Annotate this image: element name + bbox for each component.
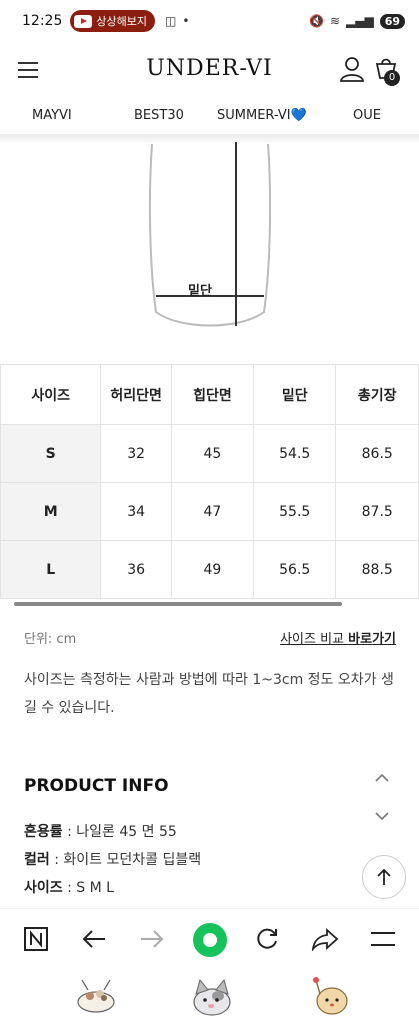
share-icon[interactable] — [309, 923, 341, 955]
size-cell: M — [0, 482, 102, 541]
info-value: : 화이트 모던차콜 딥블랙 — [49, 852, 202, 868]
refresh-icon[interactable] — [251, 923, 283, 955]
size-table: 사이즈 허리단면 힙단면 밑단 총기장 S 32 45 54.5 86.5 M … — [0, 364, 419, 599]
unit-row: 단위: cm 사이즈 비교 바로가기 — [24, 628, 396, 647]
header-size: 사이즈 — [0, 364, 102, 425]
length-cell: 87.5 — [335, 482, 419, 541]
status-bar: 12:25 상상해보지 ◫ • 🔇 ≋ ▂▄▆ 69 — [0, 0, 419, 42]
diagram-hem-label: 밑단 — [188, 284, 212, 299]
hem-cell: 56.5 — [252, 540, 337, 599]
nav-item-mayvi[interactable]: MAYVI — [32, 108, 72, 123]
youtube-icon — [74, 14, 93, 28]
compare-link-prefix: 사이즈 비교 — [280, 632, 349, 647]
mute-icon: 🔇 — [308, 14, 324, 28]
waist-cell: 32 — [100, 424, 172, 483]
table-row: S 32 45 54.5 86.5 — [0, 424, 419, 483]
status-right: 🔇 ≋ ▂▄▆ 69 — [308, 13, 405, 29]
waist-cell: 34 — [100, 482, 172, 541]
hip-cell: 49 — [170, 540, 254, 599]
scroll-to-top-button[interactable] — [362, 855, 406, 899]
hem-cell: 55.5 — [252, 482, 337, 541]
dot-icon: • — [182, 14, 190, 28]
unit-label: 단위: cm — [24, 632, 77, 647]
sticker-bar — [0, 970, 419, 1024]
size-cell: S — [0, 424, 102, 483]
info-line-color: 컬러 : 화이트 모던차콜 딥블랙 — [24, 849, 201, 869]
table-row: L 36 49 56.5 88.5 — [0, 540, 419, 599]
cat-character-icon[interactable] — [190, 974, 234, 1018]
length-cell: 86.5 — [335, 424, 419, 483]
info-key: 사이즈 — [24, 880, 63, 896]
header-waist: 허리단면 — [100, 364, 172, 425]
nav-item-best30[interactable]: BEST30 — [134, 108, 184, 123]
size-compare-link[interactable]: 사이즈 비교 바로가기 — [280, 628, 396, 647]
info-value: : S M L — [62, 880, 114, 896]
chevron-up-icon[interactable] — [374, 772, 390, 784]
back-arrow-icon[interactable] — [78, 923, 110, 955]
table-scrollbar[interactable] — [14, 602, 342, 606]
nav-item-summer-vi[interactable]: SUMMER-VI💙 — [217, 108, 307, 123]
battery-icon: 69 — [379, 13, 405, 29]
size-cell: L — [0, 540, 102, 599]
size-table-scroll[interactable]: 사이즈 허리단면 힙단면 밑단 총기장 S 32 45 54.5 86.5 M … — [0, 364, 419, 602]
hip-cell: 45 — [170, 424, 254, 483]
arrow-up-icon — [377, 868, 391, 885]
cart-count-badge: 0 — [384, 70, 400, 86]
table-row: M 34 47 55.5 87.5 — [0, 482, 419, 541]
signal-icon: ▂▄▆ — [346, 14, 374, 28]
youtube-pill[interactable]: 상상해보지 — [70, 10, 155, 32]
bowl-character-icon[interactable] — [74, 974, 118, 1018]
header-length: 총기장 — [335, 364, 419, 425]
status-time: 12:25 — [22, 13, 63, 29]
info-line-material: 혼용률 : 나일론 45 면 55 — [24, 821, 177, 841]
user-icon[interactable] — [340, 56, 364, 82]
length-cell: 88.5 — [335, 540, 419, 599]
naver-n-icon[interactable] — [20, 923, 52, 955]
compare-link-bold: 바로가기 — [348, 632, 396, 647]
green-home-icon[interactable] — [193, 923, 227, 957]
product-info-title: PRODUCT INFO — [24, 776, 169, 796]
garment-diagram — [148, 142, 272, 327]
forward-arrow-icon[interactable] — [136, 923, 168, 955]
hip-cell: 47 — [170, 482, 254, 541]
info-key: 컬러 — [24, 852, 50, 868]
category-nav: MAYVI BEST30 SUMMER-VI💙 OUE — [0, 100, 419, 134]
info-line-size: 사이즈 : S M L — [24, 877, 114, 897]
wifi-icon: ≋ — [329, 14, 340, 28]
hedgehog-character-icon[interactable] — [308, 974, 352, 1018]
battery-level: 69 — [384, 14, 400, 28]
site-header: UNDER-VI 0 — [0, 42, 419, 100]
size-notice: 사이즈는 측정하는 사람과 방법에 따라 1~3cm 정도 오차가 생길 수 있… — [24, 672, 394, 716]
nav-item-oue[interactable]: OUE — [353, 108, 381, 123]
menu-icon[interactable] — [367, 923, 399, 955]
youtube-pill-label: 상상해보지 — [96, 15, 147, 28]
hem-cell: 54.5 — [252, 424, 337, 483]
header-hip: 힙단면 — [170, 364, 254, 425]
chevron-down-icon[interactable] — [374, 810, 390, 822]
info-key: 혼용률 — [24, 824, 63, 840]
screenshot-icon: ◫ — [164, 14, 177, 28]
size-table-header-row: 사이즈 허리단면 힙단면 밑단 총기장 — [0, 364, 419, 425]
waist-cell: 36 — [100, 540, 172, 599]
browser-toolbar — [0, 908, 419, 970]
info-value: : 나일론 45 면 55 — [62, 824, 177, 840]
header-hem: 밑단 — [252, 364, 337, 425]
